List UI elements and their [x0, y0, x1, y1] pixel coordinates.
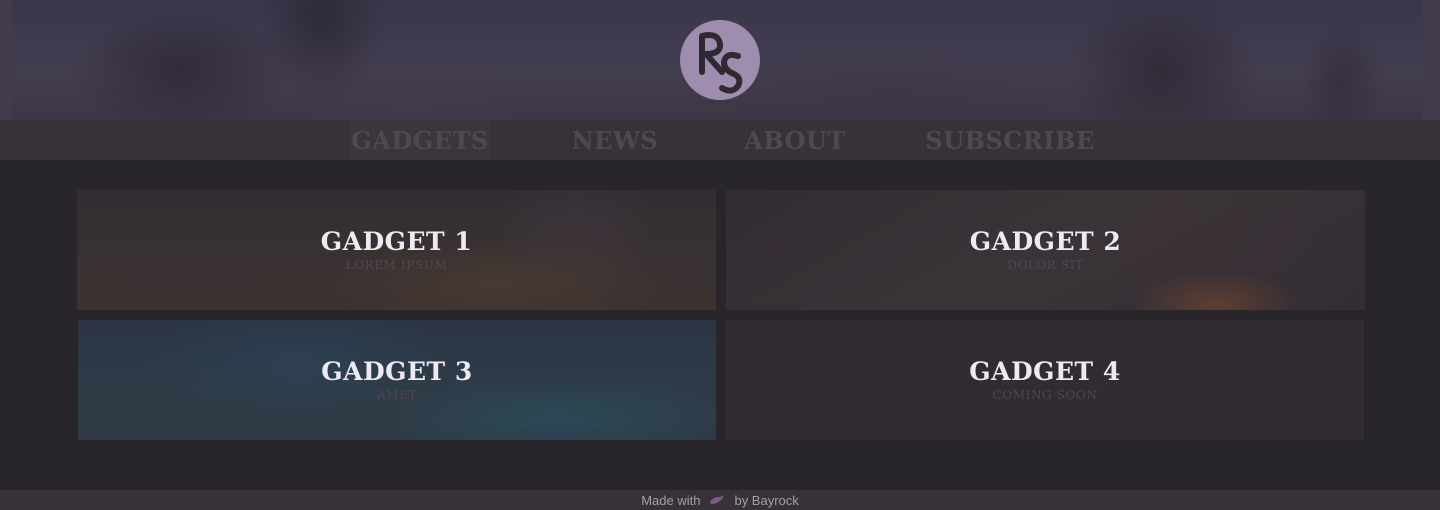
footer-author[interactable]: by Bayrock: [734, 493, 798, 508]
footer: Made with by Bayrock: [0, 490, 1440, 510]
logo-monogram-icon: [699, 32, 743, 94]
nav-item-about[interactable]: ABOUT: [735, 120, 855, 160]
banner-edge-left: [0, 0, 12, 120]
heart-icon: [708, 494, 726, 506]
card-title: GADGET 4: [969, 357, 1121, 386]
site-logo[interactable]: [680, 20, 760, 100]
card-title: GADGET 2: [969, 227, 1122, 256]
gadget-card-2[interactable]: GADGET 2 DOLOR SIT: [726, 190, 1365, 310]
nav-item-news[interactable]: NEWS: [555, 120, 675, 160]
nav-item-subscribe[interactable]: SUBSCRIBE: [925, 120, 1095, 160]
card-subtitle: DOLOR SIT: [1007, 258, 1084, 272]
card-subtitle: COMING SOON: [992, 388, 1098, 402]
card-title: GADGET 3: [321, 357, 473, 386]
gadget-card-3[interactable]: GADGET 3 AMET: [78, 320, 716, 440]
card-title: GADGET 1: [320, 227, 473, 256]
nav-item-gadgets[interactable]: GADGETS: [350, 120, 490, 160]
banner-edge-right: [1423, 0, 1440, 120]
card-subtitle: LOREM IPSUM: [345, 258, 448, 272]
card-subtitle: AMET: [376, 388, 418, 402]
gadget-card-1[interactable]: GADGET 1 LOREM IPSUM: [77, 190, 716, 310]
main-nav: GADGETS NEWS ABOUT SUBSCRIBE: [0, 120, 1440, 160]
gadget-card-4[interactable]: GADGET 4 COMING SOON: [726, 320, 1364, 440]
header-banner: [0, 0, 1440, 120]
footer-made-with: Made with: [641, 492, 701, 508]
